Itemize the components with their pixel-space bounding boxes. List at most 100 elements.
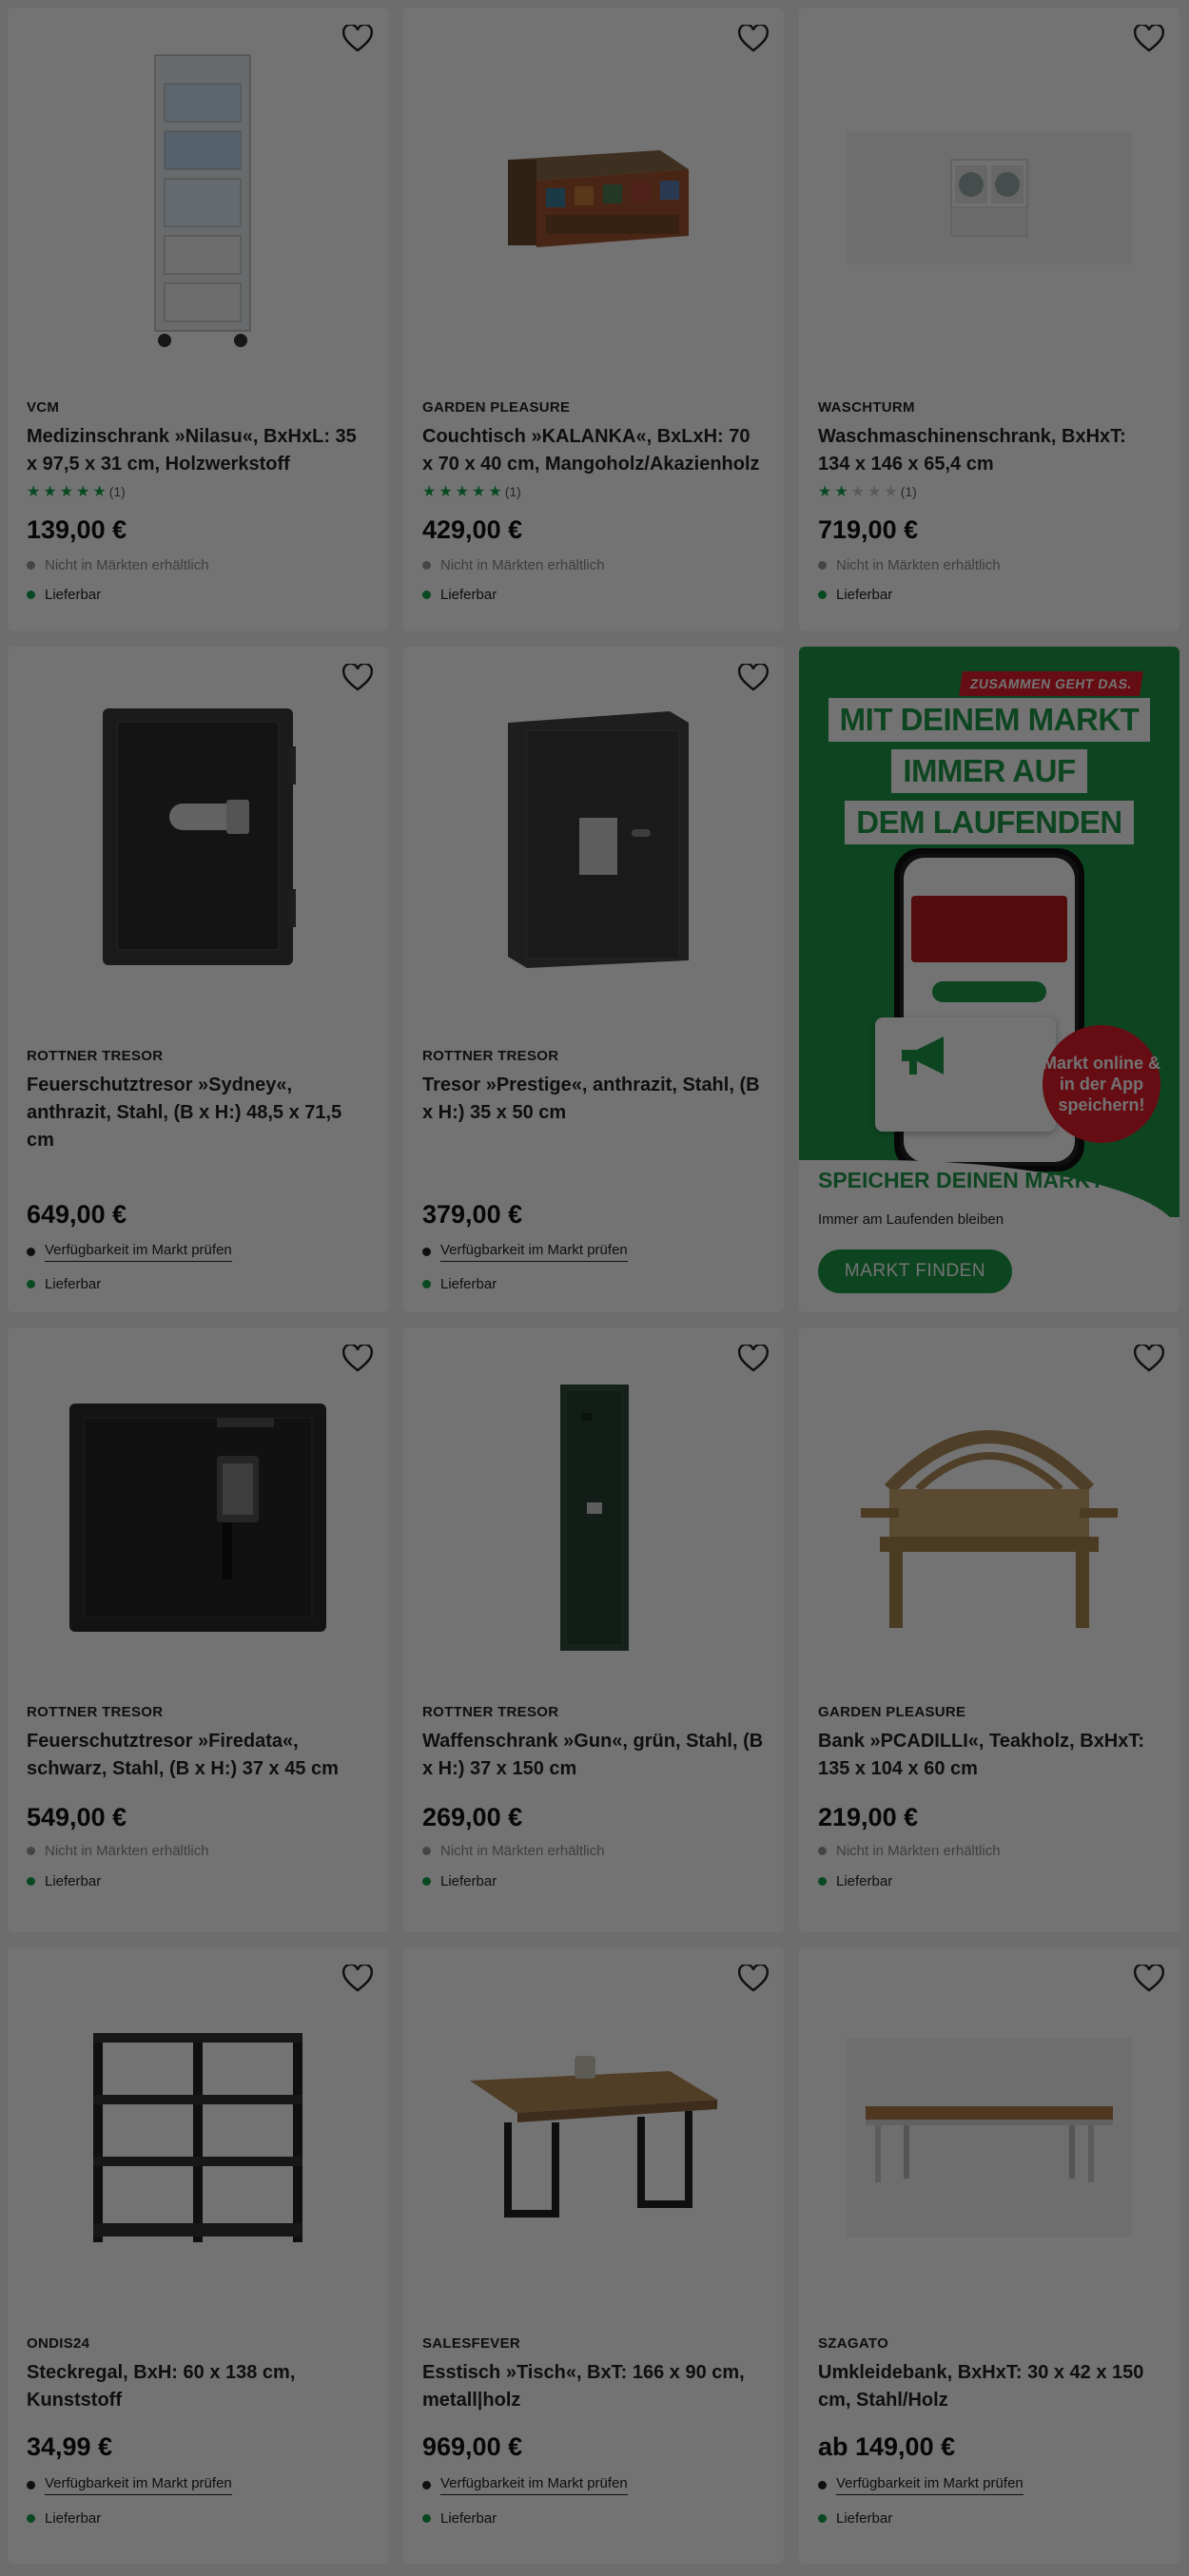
star-icon: ★ — [818, 484, 832, 500]
store-availability: Nicht in Märkten erhältlich — [27, 1843, 209, 1859]
status-dot — [818, 1877, 827, 1886]
status-dot — [818, 1847, 827, 1855]
star-icon: ★ — [422, 484, 437, 500]
delivery-status: Lieferbar — [422, 1873, 497, 1889]
find-store-button[interactable]: MARKT FINDEN — [818, 1249, 1012, 1293]
store-availability[interactable]: Verfügbarkeit im Markt prüfen — [27, 2475, 232, 2495]
product-title[interactable]: Esstisch »Tisch«, BxT: 166 x 90 cm, meta… — [422, 2359, 765, 2414]
product-price: 719,00 € — [818, 515, 919, 544]
product-brand: WASCHTURM — [818, 399, 915, 416]
product-image[interactable] — [403, 27, 784, 369]
product-card[interactable]: WASCHTURM Waschmaschinenschrank, BxHxT: … — [799, 8, 1179, 631]
review-count: (1) — [108, 484, 126, 499]
rating: ★ ★ ★ ★ ★ (1) — [27, 482, 369, 501]
star-icon: ★ — [488, 484, 502, 500]
review-count: (1) — [900, 484, 917, 499]
safe-image — [103, 708, 296, 965]
delivery-status: Lieferbar — [422, 2510, 497, 2527]
product-image[interactable] — [403, 1346, 784, 1689]
product-image[interactable] — [8, 1966, 388, 2309]
product-title[interactable]: Tresor »Prestige«, anthrazit, Stahl, (B … — [422, 1072, 765, 1127]
product-brand: GARDEN PLEASURE — [818, 1704, 966, 1720]
chest-table-image — [508, 150, 689, 247]
star-icon: ★ — [76, 484, 90, 500]
star-icon: ★ — [850, 484, 866, 500]
product-brand: ROTTNER TRESOR — [422, 1048, 559, 1064]
delivery-status: Lieferbar — [818, 2510, 892, 2527]
product-card[interactable]: ROTTNER TRESOR Waffenschrank »Gun«, grün… — [403, 1327, 784, 1932]
product-title[interactable]: Medizinschrank »Nilasu«, BxHxL: 35 x 97,… — [27, 423, 369, 478]
star-icon: ★ — [455, 484, 470, 500]
rating: ★ ★ ★ ★ ★ (1) — [422, 482, 765, 501]
star-icon: ★ — [92, 484, 107, 500]
product-image[interactable] — [8, 1346, 388, 1689]
product-card[interactable]: GARDEN PLEASURE Couchtisch »KALANKA«, Bx… — [403, 8, 784, 631]
promo-description: Immer am Laufenden bleiben — [818, 1211, 1004, 1228]
status-dot — [27, 2481, 35, 2489]
product-card[interactable]: SZAGATO Umkleidebank, BxHxT: 30 x 42 x 1… — [799, 1947, 1179, 2564]
product-card[interactable]: GARDEN PLEASURE Bank »PCADILLI«, Teakhol… — [799, 1327, 1179, 1932]
product-price: 219,00 € — [818, 1803, 919, 1831]
promo-circle: Markt online & in der App speichern! — [1043, 1025, 1160, 1143]
status-dot — [27, 1248, 35, 1256]
status-dot — [818, 2514, 827, 2523]
store-availability[interactable]: Verfügbarkeit im Markt prüfen — [818, 2475, 1023, 2495]
star-icon: ★ — [472, 484, 486, 500]
star-icon: ★ — [834, 484, 848, 500]
product-price: 549,00 € — [27, 1803, 127, 1831]
product-card[interactable]: ROTTNER TRESOR Feuerschutztresor »Fireda… — [8, 1327, 388, 1932]
status-dot — [422, 1847, 431, 1855]
product-price: 379,00 € — [422, 1200, 523, 1229]
status-dot — [27, 591, 35, 599]
delivery-status: Lieferbar — [27, 587, 101, 603]
promo-banner[interactable]: ZUSAMMEN GEHT DAS. MIT DEINEM MARKT IMME… — [799, 647, 1179, 1312]
delivery-status: Lieferbar — [422, 1276, 497, 1292]
product-title[interactable]: Steckregal, BxH: 60 x 138 cm, Kunststoff — [27, 2359, 369, 2414]
product-title[interactable]: Feuerschutztresor »Sydney«, anthrazit, S… — [27, 1072, 369, 1154]
promo-heading: SPEICHER DEINEN MARKT — [818, 1168, 1104, 1192]
status-dot — [27, 561, 35, 570]
promo-headline: IMMER AUF — [891, 749, 1087, 793]
review-count: (1) — [504, 484, 521, 499]
product-brand: SZAGATO — [818, 2335, 889, 2352]
product-price: 139,00 € — [27, 515, 127, 544]
notification-card — [875, 1017, 1056, 1132]
product-title[interactable]: Couchtisch »KALANKA«, BxLxH: 70 x 70 x 4… — [422, 423, 765, 478]
product-title[interactable]: Umkleidebank, BxHxT: 30 x 42 x 150 cm, S… — [818, 2359, 1160, 2414]
megaphone-icon — [902, 1036, 944, 1075]
product-brand: SALESFEVER — [422, 2335, 521, 2352]
product-card[interactable]: SALESFEVER Esstisch »Tisch«, BxT: 166 x … — [403, 1947, 784, 2564]
product-title[interactable]: Waschmaschinenschrank, BxHxT: 134 x 146 … — [818, 423, 1160, 478]
store-availability[interactable]: Verfügbarkeit im Markt prüfen — [27, 1242, 232, 1262]
store-availability[interactable]: Verfügbarkeit im Markt prüfen — [422, 2475, 628, 2495]
product-title[interactable]: Feuerschutztresor »Firedata«, schwarz, S… — [27, 1728, 369, 1783]
product-image[interactable] — [403, 666, 784, 1008]
store-availability: Nicht in Märkten erhältlich — [818, 557, 1001, 573]
product-card[interactable]: ROTTNER TRESOR Feuerschutztresor »Sydney… — [8, 647, 388, 1312]
product-image[interactable] — [799, 1346, 1179, 1689]
store-availability[interactable]: Verfügbarkeit im Markt prüfen — [422, 1242, 628, 1262]
washer-tower-image — [847, 131, 1132, 264]
delivery-status: Lieferbar — [818, 1873, 892, 1889]
rating: ★ ★ ★ ★ ★ (1) — [818, 482, 1160, 501]
star-icon: ★ — [867, 484, 882, 500]
product-image[interactable] — [403, 1966, 784, 2309]
status-dot — [818, 2481, 827, 2489]
shelf-image — [93, 2033, 302, 2242]
product-card[interactable]: VCM Medizinschrank »Nilasu«, BxHxL: 35 x… — [8, 8, 388, 631]
promo-headline: MIT DEINEM MARKT — [828, 698, 1151, 742]
delivery-status: Lieferbar — [422, 587, 497, 603]
star-icon: ★ — [27, 484, 41, 500]
star-icon: ★ — [59, 484, 74, 500]
product-image[interactable] — [799, 27, 1179, 369]
product-title[interactable]: Bank »PCADILLI«, Teakholz, BxHxT: 135 x … — [818, 1728, 1160, 1783]
product-image[interactable] — [8, 666, 388, 1008]
status-dot — [818, 561, 827, 570]
product-title[interactable]: Waffenschrank »Gun«, grün, Stahl, (B x H… — [422, 1728, 765, 1783]
product-card[interactable]: ONDIS24 Steckregal, BxH: 60 x 138 cm, Ku… — [8, 1947, 388, 2564]
status-dot — [422, 561, 431, 570]
safe-image — [69, 1404, 326, 1632]
product-image[interactable] — [8, 27, 388, 369]
product-card[interactable]: ROTTNER TRESOR Tresor »Prestige«, anthra… — [403, 647, 784, 1312]
product-image[interactable] — [799, 1966, 1179, 2309]
